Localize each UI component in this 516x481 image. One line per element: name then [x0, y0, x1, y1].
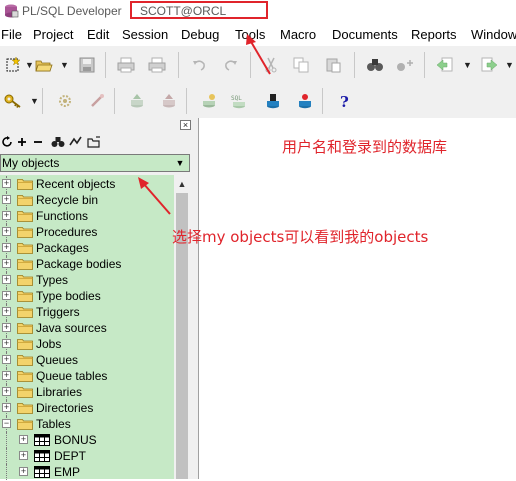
- arrow-to-filter-select: [138, 177, 171, 215]
- arrow-to-tools-menu: [246, 34, 271, 75]
- annotation-user-database: 用户名和登录到的数据库: [282, 138, 448, 156]
- annotation-my-objects: 选择my objects可以看到我的objects: [172, 228, 429, 246]
